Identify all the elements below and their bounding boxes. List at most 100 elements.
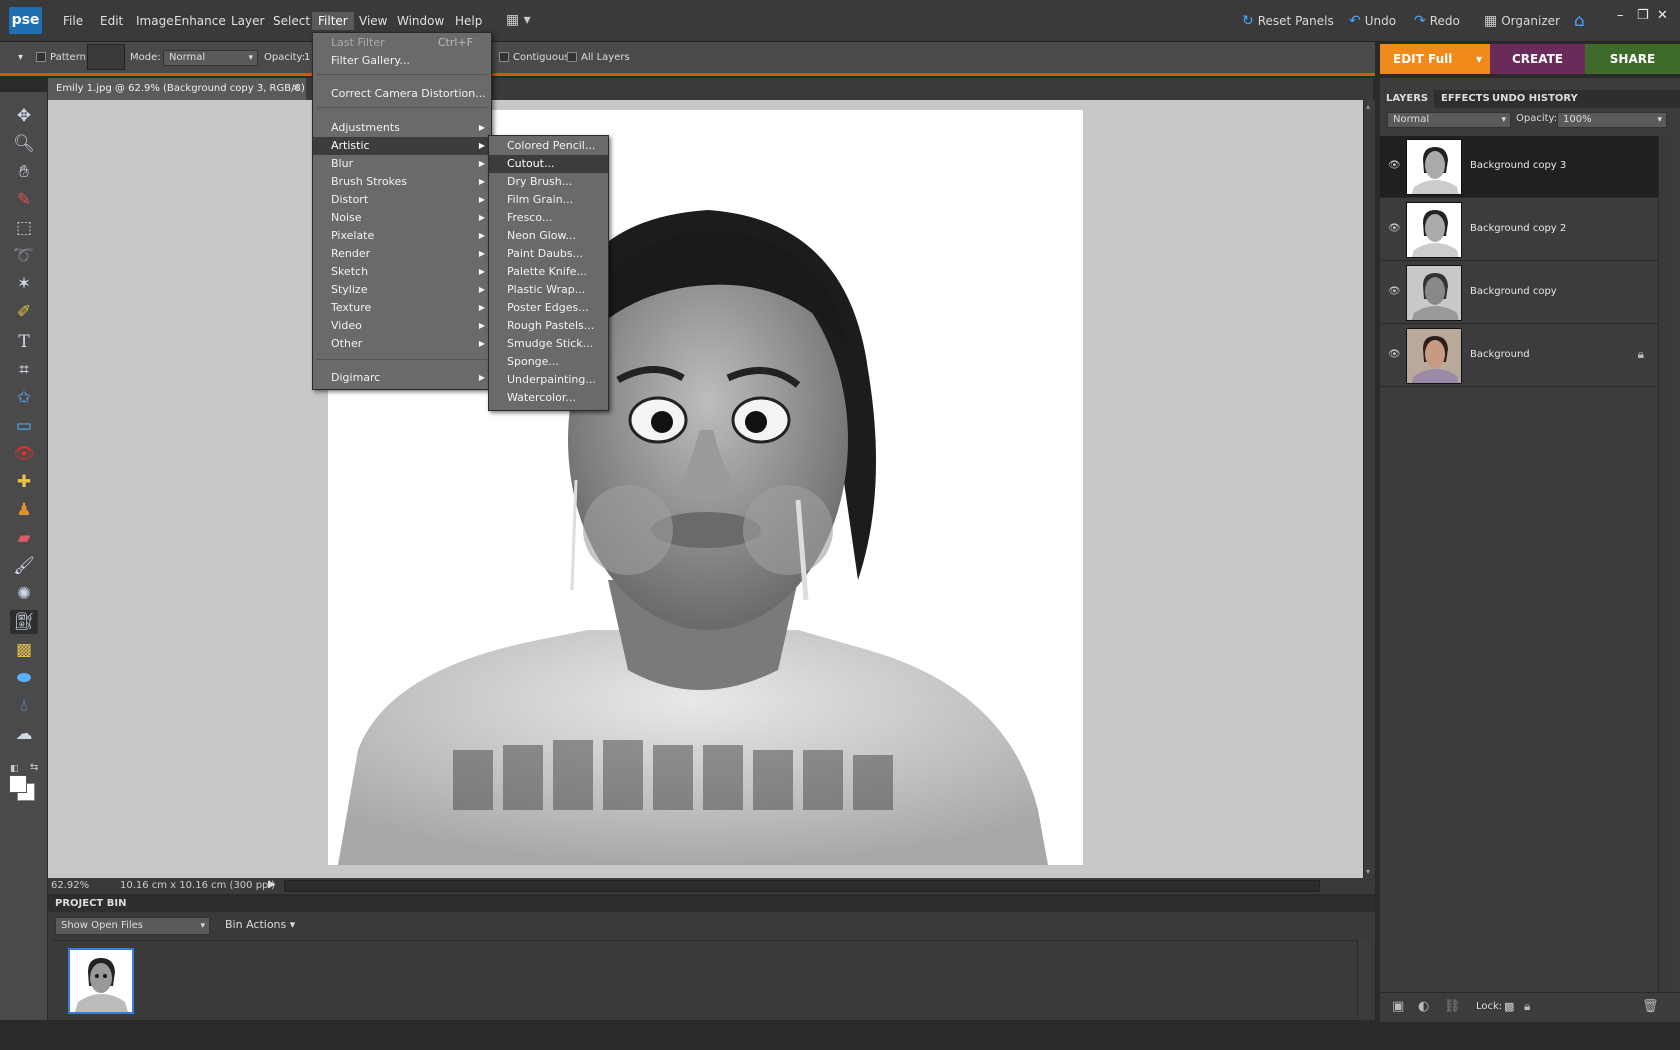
eye-icon[interactable]: 👁︎	[1388, 160, 1401, 171]
pattern-swatch[interactable]	[87, 44, 125, 70]
restore-icon[interactable]: ❐	[1637, 8, 1649, 23]
organizer-button[interactable]: ▦ Organizer	[1484, 12, 1560, 30]
menu-view[interactable]: View	[353, 12, 393, 30]
blend-mode-select[interactable]: Normal	[1387, 112, 1511, 128]
link-icon[interactable]: ⛓	[1444, 999, 1461, 1014]
scroll-down-icon[interactable]: ▾	[1366, 867, 1370, 876]
layer-row[interactable]: 👁︎ Background copy 2	[1380, 199, 1658, 261]
menu-item-correct-camera-distortion[interactable]: Correct Camera Distortion...	[313, 85, 491, 103]
menu-item-blur[interactable]: Blur ▶	[313, 155, 491, 173]
menu-layer[interactable]: Layer	[225, 12, 270, 30]
type-tool-icon[interactable]: T	[10, 330, 38, 354]
submenu-item-dry-brush[interactable]: Dry Brush...	[489, 173, 608, 191]
swap-colors-icon[interactable]: ⇆	[30, 762, 38, 773]
new-layer-icon[interactable]: ▣	[1392, 999, 1404, 1014]
red-eye-tool-icon[interactable]: 👁︎	[10, 442, 38, 466]
sponge-tool-icon[interactable]: ☁	[10, 722, 38, 746]
zoom-level[interactable]: 62.92%	[51, 880, 89, 891]
create-button[interactable]: CREATE	[1490, 44, 1585, 74]
submenu-item-paint-daubs[interactable]: Paint Daubs...	[489, 245, 608, 263]
eye-icon[interactable]: 👁︎	[1388, 349, 1401, 360]
adjustment-layer-icon[interactable]: ◐	[1418, 999, 1429, 1014]
minimize-icon[interactable]: –	[1617, 8, 1624, 23]
tab-undo-history[interactable]: UNDO HISTORY	[1486, 90, 1584, 108]
horizontal-scrollbar[interactable]	[284, 880, 1320, 892]
show-open-files-select[interactable]: Show Open Files	[55, 917, 210, 935]
submenu-item-sponge[interactable]: Sponge...	[489, 353, 608, 371]
layer-opacity-input[interactable]: 100%	[1557, 112, 1667, 128]
menu-item-render[interactable]: Render ▶	[313, 245, 491, 263]
undo-button[interactable]: ↶ Undo	[1349, 12, 1396, 30]
all-layers-checkbox[interactable]: All Layers	[567, 52, 630, 63]
menu-item-adjustments[interactable]: Adjustments ▶	[313, 119, 491, 137]
submenu-item-film-grain[interactable]: Film Grain...	[489, 191, 608, 209]
bin-actions-menu[interactable]: Bin Actions ▾	[225, 918, 295, 931]
document-tab[interactable]: Emily 1.jpg @ 62.9% (Background copy 3, …	[48, 78, 306, 116]
magic-wand-tool-icon[interactable]: ✶	[10, 272, 38, 296]
menu-item-digimarc[interactable]: Digimarc ▶	[313, 369, 491, 387]
layer-row[interactable]: 👁︎ Background copy	[1380, 262, 1658, 324]
quick-selection-tool-icon[interactable]: ✐	[10, 300, 38, 324]
bin-thumbnail[interactable]	[68, 948, 134, 1014]
submenu-item-watercolor[interactable]: Watercolor...	[489, 389, 608, 407]
menu-item-stylize[interactable]: Stylize ▶	[313, 281, 491, 299]
lock-all-icon[interactable]: 🔒︎	[1524, 999, 1530, 1014]
straighten-tool-icon[interactable]: ▭	[10, 414, 38, 438]
eye-icon[interactable]: 👁︎	[1388, 223, 1401, 234]
menu-select[interactable]: Select	[267, 12, 316, 30]
status-arrow-icon[interactable]: ▶	[268, 879, 276, 890]
menu-item-sketch[interactable]: Sketch ▶	[313, 263, 491, 281]
menu-file[interactable]: File	[57, 12, 89, 30]
menu-enhance[interactable]: Enhance	[168, 12, 232, 30]
brush-tool-icon[interactable]: 🖌︎	[10, 554, 38, 578]
crop-tool-icon[interactable]: ⌗	[10, 358, 38, 382]
menu-help[interactable]: Help	[449, 12, 488, 30]
reset-panels-button[interactable]: ↻ Reset Panels	[1242, 12, 1334, 30]
shape-tool-icon[interactable]: ⬬	[10, 666, 38, 690]
foreground-color-swatch[interactable]	[9, 775, 27, 793]
mode-select[interactable]: Normal	[163, 50, 258, 66]
menu-item-other[interactable]: Other ▶	[313, 335, 491, 353]
menu-item-video[interactable]: Video ▶	[313, 317, 491, 335]
menu-item-texture[interactable]: Texture ▶	[313, 299, 491, 317]
menu-item-pixelate[interactable]: Pixelate ▶	[313, 227, 491, 245]
lock-transparency-icon[interactable]: ▩	[1504, 1000, 1514, 1013]
submenu-item-cutout[interactable]: Cutout...	[489, 155, 608, 173]
redo-button[interactable]: ↷ Redo	[1414, 12, 1460, 30]
delete-layer-icon[interactable]: 🗑︎	[1642, 999, 1659, 1014]
marquee-tool-icon[interactable]: ⬚	[10, 216, 38, 240]
layers-scrollbar[interactable]	[1658, 136, 1670, 992]
submenu-item-fresco[interactable]: Fresco...	[489, 209, 608, 227]
zoom-tool-icon[interactable]: 🔍︎	[10, 132, 38, 156]
eyedropper-tool-icon[interactable]: ✎	[10, 188, 38, 212]
layer-row[interactable]: 👁︎ Background copy 3	[1380, 136, 1658, 198]
eraser-tool-icon[interactable]: ▰	[10, 526, 38, 550]
menu-item-noise[interactable]: Noise ▶	[313, 209, 491, 227]
default-colors-icon[interactable]: ◧	[10, 764, 19, 774]
menu-item-artistic[interactable]: Artistic ▶	[313, 137, 491, 155]
edit-full-button[interactable]: EDIT Full ▾	[1380, 44, 1490, 74]
home-icon[interactable]: ⌂	[1574, 12, 1585, 30]
move-tool-icon[interactable]: ✥	[10, 104, 38, 128]
scroll-up-icon[interactable]: ▴	[1366, 102, 1370, 111]
close-window-icon[interactable]: ✕	[1657, 8, 1668, 23]
submenu-item-underpainting[interactable]: Underpainting...	[489, 371, 608, 389]
submenu-item-neon-glow[interactable]: Neon Glow...	[489, 227, 608, 245]
menu-item-filter-gallery[interactable]: Filter Gallery...	[313, 52, 491, 70]
options-collapse-icon[interactable]: ▾	[18, 52, 23, 63]
healing-brush-tool-icon[interactable]: ✚	[10, 470, 38, 494]
contiguous-checkbox[interactable]: Contiguous	[499, 52, 570, 63]
menu-item-distort[interactable]: Distort ▶	[313, 191, 491, 209]
vertical-scrollbar[interactable]: ▴ ▾	[1363, 100, 1375, 878]
layout-icon[interactable]: ▦ ▾	[506, 12, 531, 28]
eye-icon[interactable]: 👁︎	[1388, 286, 1401, 297]
submenu-item-poster-edges[interactable]: Poster Edges...	[489, 299, 608, 317]
gradient-tool-icon[interactable]: ▩	[10, 638, 38, 662]
tab-layers[interactable]: LAYERS	[1380, 90, 1435, 108]
smart-brush-tool-icon[interactable]: ✺	[10, 582, 38, 606]
bin-scrollbar[interactable]	[1357, 940, 1371, 1018]
menu-edit[interactable]: Edit	[94, 12, 129, 30]
menu-window[interactable]: Window	[391, 12, 450, 30]
opacity-value[interactable]: 1	[304, 52, 310, 63]
submenu-item-colored-pencil[interactable]: Colored Pencil...	[489, 137, 608, 155]
